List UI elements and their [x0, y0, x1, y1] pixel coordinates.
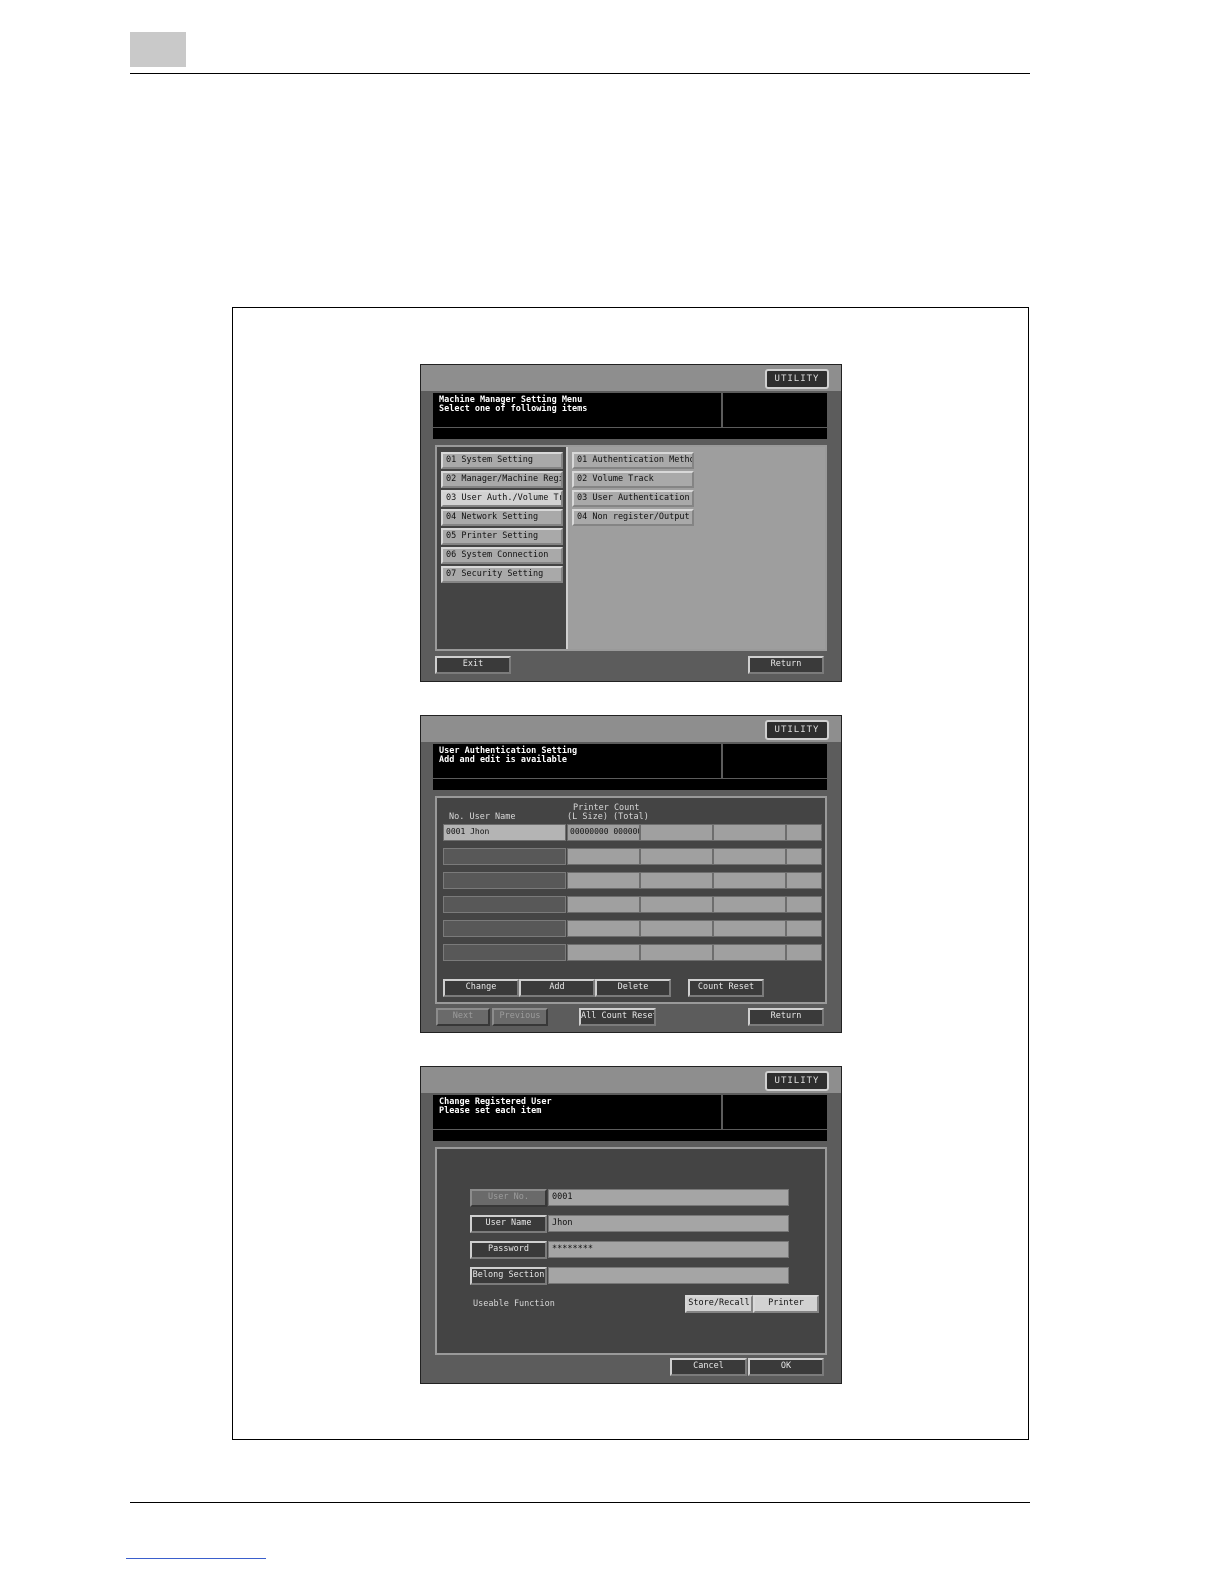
submenu-volume-track[interactable]: 02 Volume Track [572, 471, 694, 488]
user-row-name-cell[interactable] [443, 872, 566, 889]
machine-manager-menu-screen: UTILITY Machine Manager Setting Menu Sel… [420, 364, 842, 682]
user-row-name-cell[interactable] [443, 848, 566, 865]
submenu-user-authentication-set[interactable]: 03 User Authentication Set [572, 490, 694, 507]
store-recall-toggle[interactable]: Store/Recall [685, 1295, 753, 1313]
menu-printer-setting[interactable]: 05 Printer Setting [441, 528, 563, 545]
belong-section-field[interactable] [548, 1267, 789, 1284]
user-authentication-setting-screen: UTILITY User Authentication Setting Add … [420, 715, 842, 1033]
exit-button[interactable]: Exit [435, 656, 511, 674]
user-row-count-cell [640, 824, 713, 841]
header-rule [130, 73, 1030, 74]
user-row-count-cell [567, 920, 640, 937]
change-button[interactable]: Change [443, 979, 519, 997]
user-row-count-cell: 00000000 00000000 [567, 824, 640, 841]
user-row-count-cell [786, 896, 822, 913]
user-row-count-cell [640, 872, 713, 889]
user-row-count-cell [640, 896, 713, 913]
user-row-count-cell [567, 848, 640, 865]
user-row-count-cell [713, 896, 786, 913]
user-row-name-cell[interactable] [443, 944, 566, 961]
message-strip [433, 1130, 827, 1141]
message-side-area [723, 393, 827, 427]
user-name-button[interactable]: User Name [470, 1215, 547, 1233]
ok-button[interactable]: OK [748, 1358, 824, 1376]
next-button[interactable]: Next [436, 1008, 490, 1026]
utility-button[interactable]: UTILITY [765, 720, 829, 740]
menu-system-connection[interactable]: 06 System Connection [441, 547, 563, 564]
user-row-count-cell [713, 872, 786, 889]
add-button[interactable]: Add [519, 979, 595, 997]
menu-panel: 01 System Setting 02 Manager/Machine Reg… [435, 445, 827, 651]
user-row-count-cell [713, 824, 786, 841]
footer-link-underline [126, 1558, 266, 1559]
message-area: Machine Manager Setting Menu Select one … [433, 393, 721, 427]
cancel-button[interactable]: Cancel [670, 1358, 747, 1376]
utility-button[interactable]: UTILITY [765, 369, 829, 389]
menu-manager-machine-register[interactable]: 02 Manager/Machine Register [441, 471, 563, 488]
change-registered-user-screen: UTILITY Change Registered User Please se… [420, 1066, 842, 1384]
user-row-count-cell [567, 872, 640, 889]
menu-user-auth-volume-track[interactable]: 03 User Auth./Volume Track [441, 490, 563, 507]
all-count-reset-button[interactable]: All Count Reset [579, 1008, 656, 1026]
user-row-count-cell [786, 848, 822, 865]
message-line-2: Please set each item [439, 1106, 542, 1116]
message-line-2: Add and edit is available [439, 755, 567, 765]
column-header-no-user-name: No. User Name [449, 812, 516, 822]
user-row-count-cell [567, 896, 640, 913]
user-edit-panel: User No. 0001 User Name Jhon Password **… [435, 1147, 827, 1355]
user-row-count-cell [786, 920, 822, 937]
password-field[interactable]: ******** [548, 1241, 789, 1258]
message-side-area [723, 1095, 827, 1129]
return-button[interactable]: Return [748, 656, 824, 674]
message-area: User Authentication Setting Add and edit… [433, 744, 721, 778]
submenu-authentication-method[interactable]: 01 Authentication Method [572, 452, 694, 469]
user-row-count-cell [567, 944, 640, 961]
user-row-count-cell [786, 824, 822, 841]
message-area: Change Registered User Please set each i… [433, 1095, 721, 1129]
user-list-panel: No. User Name Printer Count (L Size) (To… [435, 796, 827, 1004]
return-button[interactable]: Return [748, 1008, 824, 1026]
user-row-count-cell [786, 872, 822, 889]
column-header-size-total: (L Size) (Total) [567, 812, 649, 822]
user-row-count-cell [640, 944, 713, 961]
user-name-field[interactable]: Jhon [548, 1215, 789, 1232]
message-side-area [723, 744, 827, 778]
chapter-tab [130, 32, 186, 67]
delete-button[interactable]: Delete [595, 979, 671, 997]
user-no-button: User No. [470, 1189, 547, 1207]
password-button[interactable]: Password [470, 1241, 547, 1259]
belong-section-button[interactable]: Belong Section [470, 1267, 547, 1285]
user-row-count-cell [713, 920, 786, 937]
user-row-name-cell[interactable] [443, 920, 566, 937]
printer-toggle[interactable]: Printer [753, 1295, 819, 1313]
user-row-name-cell[interactable] [443, 896, 566, 913]
message-strip [433, 428, 827, 439]
user-row-count-cell [786, 944, 822, 961]
message-line-2: Select one of following items [439, 404, 588, 414]
user-row-count-cell [640, 848, 713, 865]
user-row-count-cell [713, 848, 786, 865]
user-row-count-cell [640, 920, 713, 937]
utility-button[interactable]: UTILITY [765, 1071, 829, 1091]
count-reset-button[interactable]: Count Reset [688, 979, 764, 997]
useable-function-label: Useable Function [473, 1299, 555, 1309]
menu-system-setting[interactable]: 01 System Setting [441, 452, 563, 469]
previous-button[interactable]: Previous [492, 1008, 548, 1026]
menu-security-setting[interactable]: 07 Security Setting [441, 566, 563, 583]
menu-network-setting[interactable]: 04 Network Setting [441, 509, 563, 526]
message-strip [433, 779, 827, 790]
submenu-non-register-output-set[interactable]: 04 Non register/Output Set [572, 509, 694, 526]
user-row-count-cell [713, 944, 786, 961]
user-no-field: 0001 [548, 1189, 789, 1206]
user-row-name-cell[interactable]: 0001 Jhon [443, 824, 566, 841]
footer-rule [130, 1502, 1030, 1503]
